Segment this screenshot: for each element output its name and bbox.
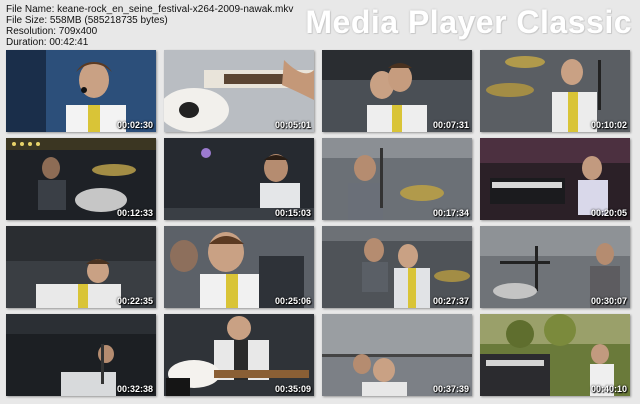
video-thumbnail[interactable]: 00:37:39 — [322, 314, 472, 396]
thumbnail-timestamp: 00:10:02 — [590, 120, 627, 130]
thumbnail-timestamp: 00:30:07 — [590, 296, 627, 306]
file-name: File Name: keane-rock_en_seine_festival-… — [6, 4, 294, 15]
video-thumbnail[interactable]: 00:40:10 — [480, 314, 630, 396]
video-thumbnail[interactable]: 00:10:02 — [480, 50, 630, 132]
file-info: File Name: keane-rock_en_seine_festival-… — [6, 4, 293, 48]
duration: Duration: 00:42:41 — [6, 37, 89, 48]
video-thumbnail[interactable]: 00:17:34 — [322, 138, 472, 220]
thumbnail-grid: 00:02:30 00:05:01 00:07:31 00:10:02 00:12:33… — [6, 50, 630, 396]
thumbnail-timestamp: 00:17:34 — [432, 208, 469, 218]
thumbnail-timestamp: 00:02:30 — [116, 120, 153, 130]
thumbnail-timestamp: 00:32:38 — [116, 384, 153, 394]
video-thumbnail[interactable]: 00:05:01 — [164, 50, 314, 132]
video-thumbnail[interactable]: 00:30:07 — [480, 226, 630, 308]
thumbnail-timestamp: 00:05:01 — [274, 120, 311, 130]
video-thumbnail[interactable]: 00:32:38 — [6, 314, 156, 396]
resolution: Resolution: 709x400 — [6, 26, 98, 37]
video-thumbnail[interactable]: 00:35:09 — [164, 314, 314, 396]
video-thumbnail[interactable]: 00:15:03 — [164, 138, 314, 220]
thumbnail-timestamp: 00:37:39 — [432, 384, 469, 394]
video-thumbnail[interactable]: 00:25:06 — [164, 226, 314, 308]
thumbnail-timestamp: 00:40:10 — [590, 384, 627, 394]
thumbnail-timestamp: 00:20:05 — [590, 208, 627, 218]
video-thumbnail[interactable]: 00:20:05 — [480, 138, 630, 220]
thumbnail-timestamp: 00:35:09 — [274, 384, 311, 394]
thumbnail-timestamp: 00:15:03 — [274, 208, 311, 218]
thumbnail-timestamp: 00:12:33 — [116, 208, 153, 218]
header: File Name: keane-rock_en_seine_festival-… — [0, 0, 640, 50]
thumbnail-timestamp: 00:25:06 — [274, 296, 311, 306]
thumbnail-timestamp: 00:22:35 — [116, 296, 153, 306]
thumbnail-timestamp: 00:07:31 — [432, 120, 469, 130]
video-thumbnail[interactable]: 00:12:33 — [6, 138, 156, 220]
video-thumbnail[interactable]: 00:27:37 — [322, 226, 472, 308]
thumbnail-timestamp: 00:27:37 — [432, 296, 469, 306]
video-thumbnail[interactable]: 00:02:30 — [6, 50, 156, 132]
video-thumbnail[interactable]: 00:22:35 — [6, 226, 156, 308]
file-size: File Size: 558MB (585218735 bytes) — [6, 15, 168, 26]
brand-watermark: Media Player Classic — [305, 4, 632, 40]
video-thumbnail[interactable]: 00:07:31 — [322, 50, 472, 132]
